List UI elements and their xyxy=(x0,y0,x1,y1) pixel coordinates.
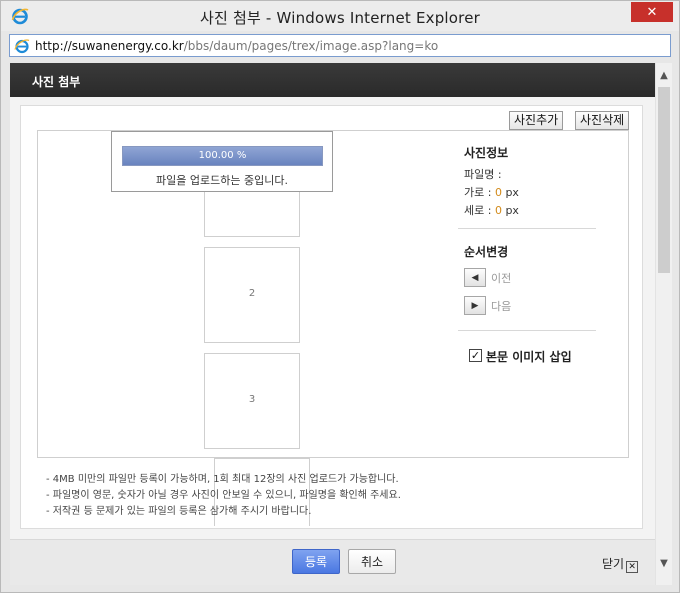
height-row: 세로 : 0 px xyxy=(464,202,519,218)
address-path: /bbs/daum/pages/trex/image.asp?lang=ko xyxy=(183,39,439,53)
photo-info-title: 사진정보 xyxy=(464,146,509,160)
close-box-icon: ✕ xyxy=(626,561,639,573)
filename-label: 파일명 : xyxy=(464,168,502,181)
slot-number: 3 xyxy=(248,394,256,405)
address-bar[interactable]: http://suwanenergy.co.kr/bbs/daum/pages/… xyxy=(9,34,671,57)
title-bar: 사진 첨부 - Windows Internet Explorer ✕ xyxy=(1,1,679,31)
move-prev-button[interactable]: ◀ xyxy=(464,268,486,287)
close-popup-link[interactable]: 닫기 ✕ xyxy=(602,555,639,573)
cancel-button[interactable]: 취소 xyxy=(348,549,396,574)
move-next-button[interactable]: ▶ xyxy=(464,296,486,315)
divider xyxy=(458,228,596,229)
upload-progress-message: 파일을 업로드하는 중입니다. xyxy=(156,174,288,187)
triangle-left-icon: ◀ xyxy=(471,272,479,283)
popup-header: 사진 첨부 xyxy=(10,63,655,97)
upload-progress-dialog: 100.00 % 파일을 업로드하는 중입니다. xyxy=(111,131,333,192)
upload-progress-label: 100.00 % xyxy=(198,150,247,161)
width-label: 가로 : xyxy=(464,186,492,199)
window-title: 사진 첨부 - Windows Internet Explorer xyxy=(199,9,481,27)
slot-number: 2 xyxy=(248,288,256,299)
browser-window: 사진 첨부 - Windows Internet Explorer ✕ http… xyxy=(0,0,680,593)
filename-row: 파일명 : xyxy=(464,166,502,182)
width-value: 0 xyxy=(494,186,502,199)
upload-progress-bar: 100.00 % xyxy=(122,146,323,166)
page-viewport: 사진 첨부 사진추가 사진삭제 1 2 3 xyxy=(10,63,672,585)
popup-title: 사진 첨부 xyxy=(32,75,81,89)
height-label: 세로 : xyxy=(464,204,492,217)
note-line: - 파일명이 영문, 숫자가 아닐 경우 사진이 안보일 수 있으니, 파일명을… xyxy=(46,490,401,501)
ie-page-icon xyxy=(14,39,30,54)
photo-panel: 사진추가 사진삭제 1 2 3 100.00 % xyxy=(20,105,643,529)
divider xyxy=(458,330,596,331)
submit-button[interactable]: 등록 xyxy=(292,549,340,574)
note-line: - 저작권 등 문제가 있는 파일의 등록은 삼가해 주시기 바랍니다. xyxy=(46,506,312,517)
scroll-down-icon[interactable]: ▼ xyxy=(656,555,672,571)
photo-slot[interactable]: 2 xyxy=(204,247,300,343)
photo-frame: 1 2 3 100.00 % 파일을 업로드하는 중입니다. xyxy=(37,130,629,458)
order-change-title: 순서변경 xyxy=(464,245,509,259)
window-close-button[interactable]: ✕ xyxy=(631,2,673,22)
checkmark-icon: ✓ xyxy=(470,349,481,362)
add-photo-button[interactable]: 사진추가 xyxy=(509,111,564,130)
triangle-right-icon: ▶ xyxy=(471,300,479,311)
width-row: 가로 : 0 px xyxy=(464,184,519,200)
popup-footer: 등록 취소 닫기 ✕ xyxy=(10,539,655,585)
popup-body: 사진추가 사진삭제 1 2 3 100.00 % xyxy=(10,97,655,585)
note-line: - 4MB 미만의 파일만 등록이 가능하며, 1회 최대 12장의 사진 업로… xyxy=(46,474,399,485)
address-host: http://suwanenergy.co.kr xyxy=(35,39,184,53)
scrollbar-thumb[interactable] xyxy=(658,87,670,273)
move-prev-label: 이전 xyxy=(491,272,512,285)
insert-image-label[interactable]: 본문 이미지 삽입 xyxy=(486,348,572,365)
move-next-label: 다음 xyxy=(491,300,512,313)
height-value: 0 xyxy=(494,204,502,217)
vertical-scrollbar[interactable]: ▲ ▼ xyxy=(655,63,672,585)
scroll-up-icon[interactable]: ▲ xyxy=(656,67,672,83)
upload-notes: - 4MB 미만의 파일만 등록이 가능하며, 1회 최대 12장의 사진 업로… xyxy=(46,472,401,520)
address-url: http://suwanenergy.co.kr/bbs/daum/pages/… xyxy=(35,39,438,53)
close-popup-label: 닫기 xyxy=(602,557,625,571)
height-unit: px xyxy=(505,204,519,217)
delete-photo-button[interactable]: 사진삭제 xyxy=(575,111,630,130)
photo-slot[interactable]: 3 xyxy=(204,353,300,449)
insert-image-checkbox[interactable]: ✓ xyxy=(469,349,482,362)
close-icon: ✕ xyxy=(646,4,658,20)
width-unit: px xyxy=(505,186,519,199)
